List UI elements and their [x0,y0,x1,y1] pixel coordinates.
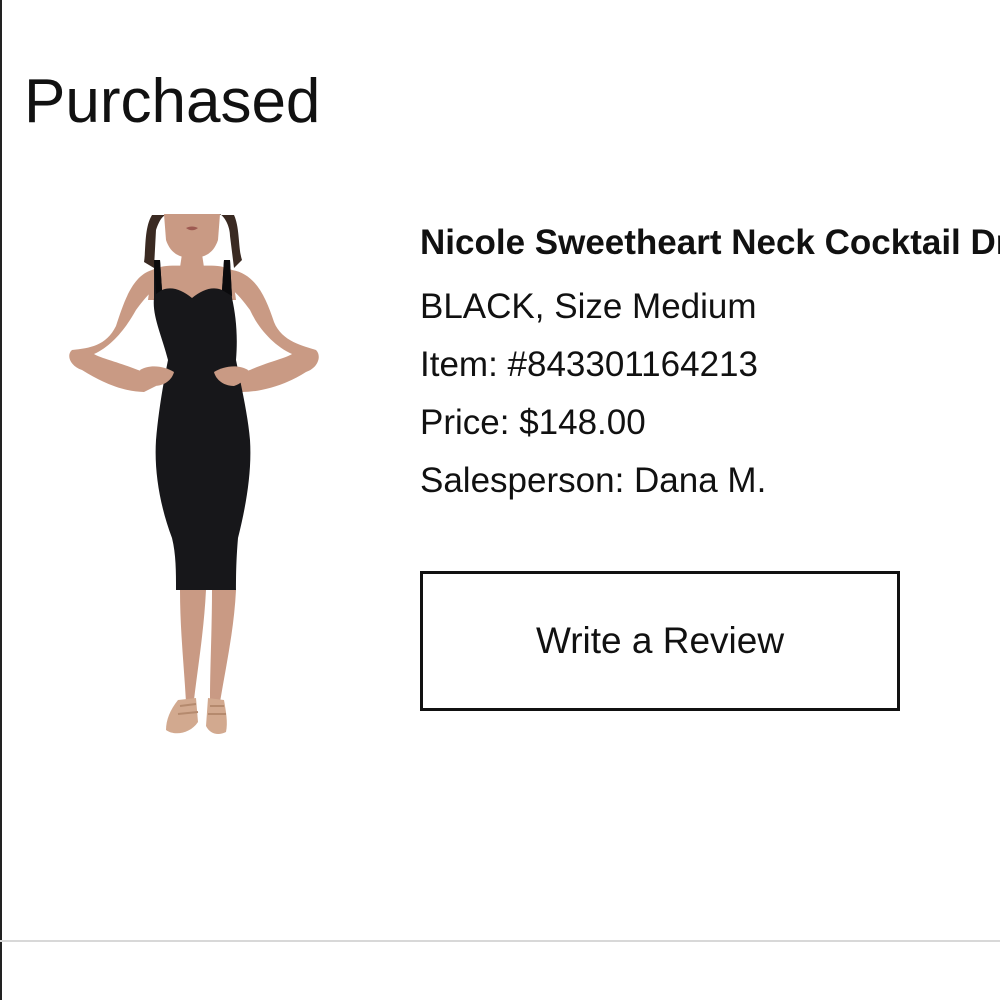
product-image[interactable] [60,210,330,745]
bottom-divider [0,940,1000,942]
write-review-button[interactable]: Write a Review [420,571,900,711]
model-legs [180,590,236,702]
dress-body [153,260,251,590]
product-variant: BLACK, Size Medium [420,287,757,326]
product-salesperson: Salesperson: Dana M. [420,461,767,500]
model-sandals [166,698,227,734]
model-face [164,214,220,258]
product-price: Price: $148.00 [420,403,646,442]
dress-model-illustration [69,214,319,734]
purchased-page: Purchased Nicole Sweetheart Neck Cocktai… [0,0,1000,1000]
left-border [0,0,2,1000]
product-details: Nicole Sweetheart Neck Cocktail Dress BL… [420,220,1000,510]
section-title: Purchased [24,67,321,136]
product-item-number: Item: #843301164213 [420,345,758,384]
product-name[interactable]: Nicole Sweetheart Neck Cocktail Dress [420,220,1000,266]
